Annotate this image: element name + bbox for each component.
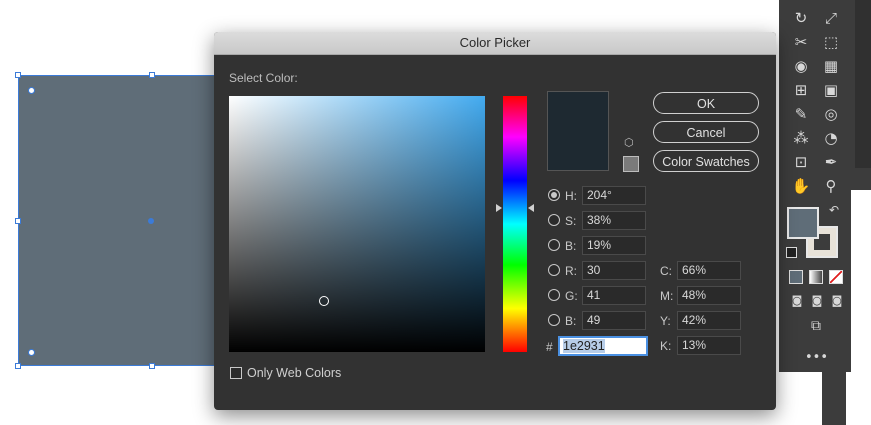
symbol-sprayer-icon[interactable]: ⁂ [790,127,812,149]
draw-inside-icon[interactable]: ◙ [826,290,848,312]
draw-normal-icon[interactable]: ◙ [786,290,808,312]
scale-icon[interactable]: ⤢ [820,7,842,29]
panel-strip [822,372,846,425]
green-input[interactable]: 41 [582,286,646,305]
swap-fill-stroke-icon[interactable]: ↶ [826,202,842,218]
blue-radio[interactable] [548,314,560,326]
hue-slider-right-arrow[interactable] [528,204,534,212]
resize-handle-top[interactable] [149,72,155,78]
gradient-icon[interactable]: ▣ [820,79,842,101]
cancel-button[interactable]: Cancel [653,121,759,143]
color-field-marker[interactable] [319,296,329,306]
center-point [148,218,154,224]
saturation-radio[interactable] [548,214,560,226]
resize-handle-bottom-left[interactable] [15,363,21,369]
select-color-label: Select Color: [229,71,298,85]
shape-builder-icon[interactable]: ◉ [790,55,812,77]
hue-slider-left-arrow[interactable] [496,204,502,212]
dialog-title: Color Picker [459,35,531,50]
warp-icon[interactable]: ✂ [790,31,812,53]
only-web-colors-checkbox[interactable] [230,367,242,379]
color-swatches-button[interactable]: Color Swatches [653,150,759,172]
hue-radio[interactable] [548,189,560,201]
gradient-mode-icon[interactable] [809,270,823,284]
saturation-brightness-field[interactable] [229,96,485,352]
cyan-input[interactable]: 66% [677,261,741,280]
blue-input[interactable]: 49 [582,311,646,330]
resize-handle-top-left[interactable] [15,72,21,78]
adjacent-panel [855,0,871,168]
ok-button[interactable]: OK [653,92,759,114]
artboard-icon[interactable]: ⊡ [790,151,812,173]
color-mode-icon[interactable] [789,270,803,284]
hue-input[interactable]: 204° [582,186,646,205]
resize-handle-bottom[interactable] [149,363,155,369]
saturation-input[interactable]: 38% [582,211,646,230]
slice-icon[interactable]: ✒ [820,151,842,173]
red-input[interactable]: 30 [582,261,646,280]
perspective-grid-icon[interactable]: ▦ [820,55,842,77]
default-colors-icon[interactable] [786,247,797,258]
green-radio[interactable] [548,289,560,301]
none-mode-icon[interactable] [829,270,843,284]
screen-mode-icon[interactable]: ⧉ [805,315,827,337]
eyedropper-icon[interactable]: ✎ [790,103,812,125]
fill-color-swatch[interactable] [787,207,819,239]
mesh-icon[interactable]: ⊞ [790,79,812,101]
hue-slider[interactable] [503,96,527,352]
current-color-preview [547,91,609,171]
corner-radius-widget-top-left[interactable] [28,87,35,94]
blend-icon[interactable]: ◎ [820,103,842,125]
yellow-input[interactable]: 42% [677,311,741,330]
web-safe-color-swatch[interactable] [623,156,639,172]
draw-behind-icon[interactable]: ◙ [806,290,828,312]
magenta-input[interactable]: 48% [677,286,741,305]
black-input[interactable]: 13% [677,336,741,355]
only-web-colors-label[interactable]: Only Web Colors [247,366,341,380]
hand-icon[interactable]: ✋ [790,175,812,197]
color-picker-dialog: Color Picker Select Color: ⬡ OK Cancel C… [214,32,776,410]
column-graph-icon[interactable]: ◔ [820,127,842,149]
more-tools-icon[interactable]: ••• [805,347,828,369]
brightness-input[interactable]: 19% [582,236,646,255]
red-radio[interactable] [548,264,560,276]
web-safe-cube-icon[interactable]: ⬡ [624,137,636,149]
resize-handle-left[interactable] [15,218,21,224]
brightness-radio[interactable] [548,239,560,251]
hex-value: 1e2931 [563,339,605,353]
hex-input[interactable]: 1e2931 [558,336,648,356]
hex-symbol: # [546,340,553,354]
free-transform-icon[interactable]: ⬚ [820,31,842,53]
rotate-icon[interactable]: ↻ [790,7,812,29]
corner-radius-widget-bottom-left[interactable] [28,349,35,356]
zoom-icon[interactable]: ⚲ [820,175,842,197]
